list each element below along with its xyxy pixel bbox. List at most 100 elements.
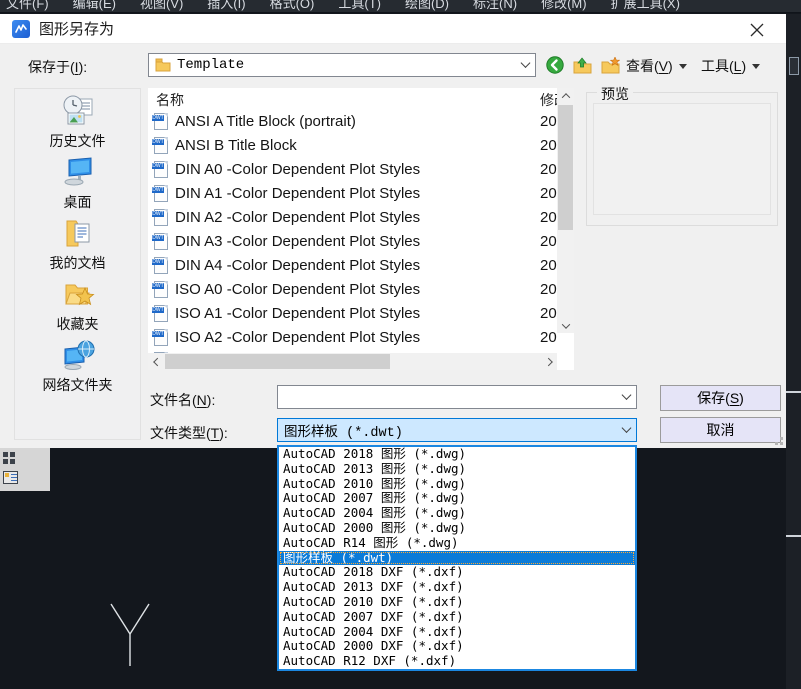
tools-label: 工具(L) — [701, 56, 746, 76]
menu-item[interactable]: 绘图(D) — [405, 0, 449, 12]
resize-grip[interactable] — [771, 433, 783, 445]
file-type-combobox[interactable]: 图形样板 (*.dwt) — [277, 418, 637, 442]
horizontal-scrollbar[interactable] — [148, 353, 557, 370]
file-type-option[interactable]: AutoCAD 2000 DXF (*.dxf) — [279, 639, 635, 654]
sidebar-item-history[interactable]: 历史文件 — [15, 93, 140, 154]
file-row[interactable]: DIN A4 -Color Dependent Plot Styles 20 — [148, 253, 557, 277]
menu-item[interactable]: 格式(O) — [270, 0, 315, 12]
file-modified-date: 20 — [540, 185, 557, 202]
file-name-combobox[interactable] — [277, 385, 637, 409]
scroll-left-icon[interactable] — [148, 353, 163, 370]
file-type-option[interactable]: AutoCAD R12 DXF (*.dxf) — [279, 654, 635, 669]
scroll-down-icon[interactable] — [557, 318, 574, 333]
app-icon — [12, 20, 30, 38]
scroll-right-icon[interactable] — [542, 353, 557, 370]
menu-item[interactable]: 视图(V) — [140, 0, 183, 12]
file-type-option[interactable]: AutoCAD 2010 DXF (*.dxf) — [279, 595, 635, 610]
favorites-icon — [60, 276, 96, 312]
file-row[interactable]: ISO A1 -Color Dependent Plot Styles 20 — [148, 301, 557, 325]
file-type-option[interactable]: AutoCAD 2010 图形 (*.dwg) — [279, 477, 635, 492]
file-row[interactable]: DIN A2 -Color Dependent Plot Styles 20 — [148, 205, 557, 229]
chevron-down-icon — [623, 396, 630, 399]
file-modified-date: 20 — [540, 161, 557, 178]
scrollbar-thumb[interactable] — [165, 354, 390, 369]
file-type-option[interactable]: AutoCAD 2013 DXF (*.dxf) — [279, 580, 635, 595]
file-row[interactable]: ANSI B Title Block 20 — [148, 133, 557, 157]
file-type-option[interactable]: AutoCAD 2004 DXF (*.dxf) — [279, 625, 635, 640]
tools-menu-button[interactable]: 工具(L) — [701, 56, 760, 76]
layout-icon[interactable] — [3, 471, 18, 484]
file-list: 名称 修改 ANSI A Title Block (portrait) 20 A… — [148, 88, 574, 370]
menu-item[interactable]: 文件(F) — [6, 0, 49, 12]
scrollbar-thumb[interactable] — [558, 105, 573, 230]
file-row[interactable]: ISO A0 -Color Dependent Plot Styles 20 — [148, 277, 557, 301]
dwt-file-icon — [154, 209, 168, 226]
file-row[interactable]: DIN A1 -Color Dependent Plot Styles 20 — [148, 181, 557, 205]
file-type-dropdown-list: AutoCAD 2018 图形 (*.dwg) AutoCAD 2013 图形 … — [277, 445, 637, 671]
save-drawing-as-dialog: 图形另存为 保存于(I): Template 查看(V) 工具(L) — [0, 14, 786, 448]
cancel-button[interactable]: 取消 — [660, 417, 781, 443]
file-type-option[interactable]: AutoCAD 2018 图形 (*.dwg) — [279, 447, 635, 462]
file-type-option[interactable]: AutoCAD 2000 图形 (*.dwg) — [279, 521, 635, 536]
new-folder-button[interactable] — [600, 55, 620, 75]
current-folder: Template — [177, 57, 244, 73]
up-one-level-button[interactable] — [572, 55, 592, 75]
file-name: ISO A2 -Color Dependent Plot Styles — [175, 329, 420, 346]
save-in-combobox[interactable]: Template — [148, 53, 536, 77]
chevron-down-icon — [522, 64, 529, 67]
sidebar-item-my-documents[interactable]: 我的文档 — [15, 215, 140, 276]
preview-image-area — [593, 103, 771, 215]
file-row[interactable]: DIN A0 -Color Dependent Plot Styles 20 — [148, 157, 557, 181]
dialog-titlebar: 图形另存为 — [0, 14, 786, 44]
file-type-option[interactable]: AutoCAD 2007 DXF (*.dxf) — [279, 610, 635, 625]
file-type-option[interactable]: AutoCAD 2004 图形 (*.dwg) — [279, 506, 635, 521]
save-button[interactable]: 保存(S) — [660, 385, 781, 411]
file-type-option[interactable]: AutoCAD 2018 DXF (*.dxf) — [279, 565, 635, 580]
file-modified-date: 20 — [540, 281, 557, 298]
right-background-strip — [786, 14, 801, 689]
menu-item[interactable]: 修改(M) — [541, 0, 587, 12]
back-button[interactable] — [545, 55, 565, 75]
grid-icon[interactable] — [3, 452, 16, 465]
file-list-header: 名称 修改 — [148, 88, 557, 109]
sidebar-item-network-folders[interactable]: 网络文件夹 — [15, 337, 140, 398]
desktop-icon — [60, 154, 96, 190]
file-row[interactable]: ISO A2 -Color Dependent Plot Styles 20 — [148, 325, 557, 349]
close-icon[interactable] — [746, 19, 768, 40]
file-type-option[interactable]: AutoCAD R14 图形 (*.dwg) — [279, 536, 635, 551]
menu-item[interactable]: 工具(T) — [338, 0, 381, 12]
sidebar-item-favorites[interactable]: 收藏夹 — [15, 276, 140, 337]
chevron-down-icon — [679, 64, 687, 69]
view-menu-button[interactable]: 查看(V) — [626, 56, 687, 76]
scroll-up-icon[interactable] — [557, 88, 574, 103]
file-name-input[interactable] — [280, 388, 610, 406]
dwt-file-icon — [154, 329, 168, 346]
file-type-option[interactable]: AutoCAD 2007 图形 (*.dwg) — [279, 491, 635, 506]
menu-item[interactable]: 扩展工具(X) — [611, 0, 680, 12]
file-modified-date: 20 — [540, 305, 557, 322]
dwt-file-icon — [154, 185, 168, 202]
file-name: DIN A3 -Color Dependent Plot Styles — [175, 233, 420, 250]
vertical-scrollbar[interactable] — [557, 88, 574, 333]
menu-item[interactable]: 标注(N) — [473, 0, 517, 12]
sidebar-item-desktop[interactable]: 桌面 — [15, 154, 140, 215]
background-divider — [786, 535, 801, 537]
back-icon — [546, 56, 564, 74]
file-type-option[interactable]: 图形样板 (*.dwt) — [279, 551, 635, 566]
dwt-file-icon — [154, 305, 168, 322]
file-row[interactable]: ANSI A Title Block (portrait) 20 — [148, 109, 557, 133]
dwt-file-icon — [154, 233, 168, 250]
file-name: ISO A0 -Color Dependent Plot Styles — [175, 281, 420, 298]
chevron-down-icon — [752, 64, 760, 69]
column-header-name[interactable]: 名称 — [156, 90, 184, 110]
menu-item[interactable]: 插入(I) — [207, 0, 245, 12]
file-name: DIN A1 -Color Dependent Plot Styles — [175, 185, 420, 202]
file-modified-date: 20 — [540, 113, 557, 130]
file-name: ANSI A Title Block (portrait) — [175, 113, 356, 130]
file-row[interactable]: DIN A3 -Color Dependent Plot Styles 20 — [148, 229, 557, 253]
folder-icon — [155, 58, 171, 72]
view-label: 查看(V) — [626, 56, 673, 76]
preview-label: 预览 — [597, 84, 633, 104]
menu-item[interactable]: 编辑(E) — [73, 0, 116, 12]
file-type-option[interactable]: AutoCAD 2013 图形 (*.dwg) — [279, 462, 635, 477]
